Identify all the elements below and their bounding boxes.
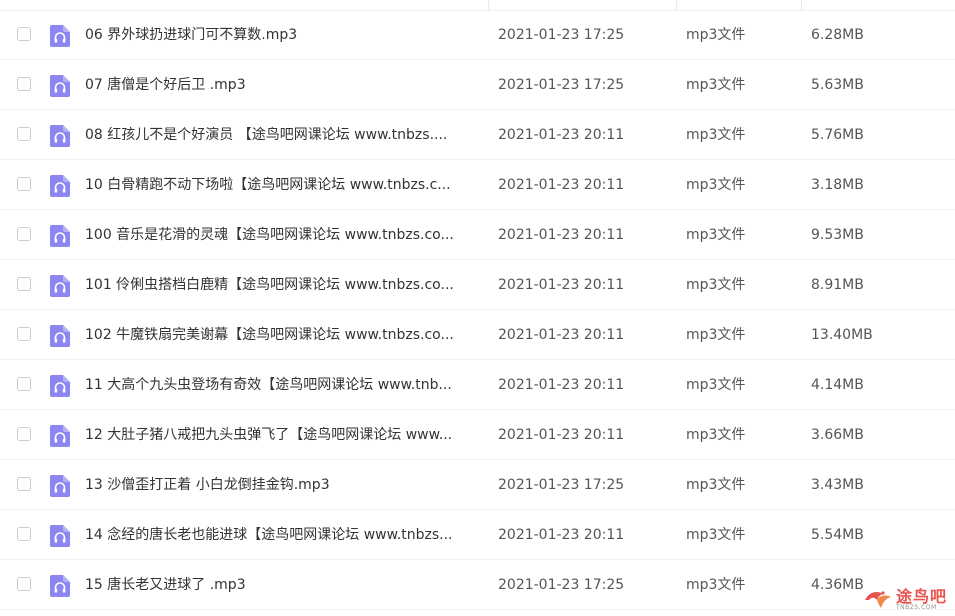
file-name[interactable]: 12 大肚子猪八戒把九头虫弹飞了【途鸟吧网课论坛 www... (85, 410, 480, 460)
file-modified-date: 2021-01-23 20:11 (498, 527, 625, 543)
bird-logo-icon (864, 591, 891, 608)
row-checkbox[interactable] (17, 327, 31, 341)
file-size: 3.66MB (811, 427, 864, 443)
file-type: mp3文件 (686, 27, 746, 43)
file-size: 3.18MB (811, 177, 864, 193)
file-modified-date: 2021-01-23 20:11 (498, 127, 625, 143)
file-name[interactable]: 13 沙僧歪打正着 小白龙倒挂金钩.mp3 (85, 460, 480, 510)
file-type: mp3文件 (686, 127, 746, 143)
file-name[interactable]: 11 大高个九头虫登场有奇效【途鸟吧网课论坛 www.tnb... (85, 360, 480, 410)
file-name[interactable]: 07 唐僧是个好后卫 .mp3 (85, 60, 480, 110)
audio-file-icon (50, 425, 70, 447)
file-name[interactable]: 100 音乐是花滑的灵魂【途鸟吧网课论坛 www.tnbzs.co... (85, 210, 480, 260)
file-name[interactable]: 10 白骨精跑不动下场啦【途鸟吧网课论坛 www.tnbzs.c... (85, 160, 480, 210)
file-row[interactable]: 101 伶俐虫搭档白鹿精【途鸟吧网课论坛 www.tnbzs.co... 202… (0, 260, 955, 310)
file-row[interactable]: 11 大高个九头虫登场有奇效【途鸟吧网课论坛 www.tnb... 2021-0… (0, 360, 955, 410)
audio-file-icon (50, 75, 70, 97)
audio-file-icon (50, 225, 70, 247)
file-list: 06 界外球扔进球门可不算数.mp3 2021-01-23 17:25 mp3文… (0, 10, 955, 610)
file-modified-date: 2021-01-23 20:11 (498, 277, 625, 293)
row-checkbox[interactable] (17, 477, 31, 491)
file-size: 5.76MB (811, 127, 864, 143)
file-row[interactable]: 14 念经的唐长老也能进球【途鸟吧网课论坛 www.tnbzs... 2021-… (0, 510, 955, 560)
row-checkbox[interactable] (17, 427, 31, 441)
column-separator (801, 0, 802, 10)
file-size: 3.43MB (811, 477, 864, 493)
file-modified-date: 2021-01-23 20:11 (498, 427, 625, 443)
file-row[interactable]: 10 白骨精跑不动下场啦【途鸟吧网课论坛 www.tnbzs.c... 2021… (0, 160, 955, 210)
row-checkbox[interactable] (17, 127, 31, 141)
file-type: mp3文件 (686, 427, 746, 443)
file-row[interactable]: 06 界外球扔进球门可不算数.mp3 2021-01-23 17:25 mp3文… (0, 10, 955, 60)
audio-file-icon (50, 25, 70, 47)
file-name[interactable]: 102 牛魔铁扇完美谢幕【途鸟吧网课论坛 www.tnbzs.co... (85, 310, 480, 360)
file-row[interactable]: 100 音乐是花滑的灵魂【途鸟吧网课论坛 www.tnbzs.co... 202… (0, 210, 955, 260)
column-separator (488, 0, 489, 10)
file-type: mp3文件 (686, 277, 746, 293)
file-type: mp3文件 (686, 577, 746, 593)
file-row[interactable]: 12 大肚子猪八戒把九头虫弹飞了【途鸟吧网课论坛 www... 2021-01-… (0, 410, 955, 460)
file-modified-date: 2021-01-23 17:25 (498, 77, 625, 93)
file-name[interactable]: 14 念经的唐长老也能进球【途鸟吧网课论坛 www.tnbzs... (85, 510, 480, 560)
row-checkbox[interactable] (17, 377, 31, 391)
file-size: 5.54MB (811, 527, 864, 543)
file-row[interactable]: 08 红孩儿不是个好演员 【途鸟吧网课论坛 www.tnbzs.... 2021… (0, 110, 955, 160)
file-modified-date: 2021-01-23 20:11 (498, 227, 625, 243)
file-type: mp3文件 (686, 527, 746, 543)
file-row[interactable]: 07 唐僧是个好后卫 .mp3 2021-01-23 17:25 mp3文件 5… (0, 60, 955, 110)
file-modified-date: 2021-01-23 20:11 (498, 327, 625, 343)
file-type: mp3文件 (686, 477, 746, 493)
file-type: mp3文件 (686, 227, 746, 243)
row-checkbox[interactable] (17, 227, 31, 241)
column-separator (676, 0, 677, 10)
file-type: mp3文件 (686, 77, 746, 93)
file-size: 13.40MB (811, 327, 873, 343)
file-modified-date: 2021-01-23 17:25 (498, 577, 625, 593)
file-modified-date: 2021-01-23 20:11 (498, 377, 625, 393)
audio-file-icon (50, 275, 70, 297)
file-name[interactable]: 08 红孩儿不是个好演员 【途鸟吧网课论坛 www.tnbzs.... (85, 110, 480, 160)
audio-file-icon (50, 475, 70, 497)
file-type: mp3文件 (686, 177, 746, 193)
file-modified-date: 2021-01-23 17:25 (498, 477, 625, 493)
audio-file-icon (50, 375, 70, 397)
audio-file-icon (50, 575, 70, 597)
audio-file-icon (50, 125, 70, 147)
file-size: 8.91MB (811, 277, 864, 293)
file-size: 4.14MB (811, 377, 864, 393)
row-checkbox[interactable] (17, 277, 31, 291)
file-size: 5.63MB (811, 77, 864, 93)
file-size: 6.28MB (811, 27, 864, 43)
row-checkbox[interactable] (17, 527, 31, 541)
file-modified-date: 2021-01-23 20:11 (498, 177, 625, 193)
audio-file-icon (50, 175, 70, 197)
file-name[interactable]: 101 伶俐虫搭档白鹿精【途鸟吧网课论坛 www.tnbzs.co... (85, 260, 480, 310)
row-checkbox[interactable] (17, 177, 31, 191)
row-checkbox[interactable] (17, 77, 31, 91)
file-size: 9.53MB (811, 227, 864, 243)
watermark-cn: 途鸟吧 (895, 587, 947, 606)
row-checkbox[interactable] (17, 577, 31, 591)
file-row[interactable]: 15 唐长老又进球了 .mp3 2021-01-23 17:25 mp3文件 4… (0, 560, 955, 610)
audio-file-icon (50, 525, 70, 547)
audio-file-icon (50, 325, 70, 347)
file-name[interactable]: 15 唐长老又进球了 .mp3 (85, 560, 480, 610)
file-name[interactable]: 06 界外球扔进球门可不算数.mp3 (85, 10, 480, 60)
file-size: 4.36MB (811, 577, 864, 593)
row-checkbox[interactable] (17, 27, 31, 41)
file-modified-date: 2021-01-23 17:25 (498, 27, 625, 43)
file-row[interactable]: 13 沙僧歪打正着 小白龙倒挂金钩.mp3 2021-01-23 17:25 m… (0, 460, 955, 510)
file-row[interactable]: 102 牛魔铁扇完美谢幕【途鸟吧网课论坛 www.tnbzs.co... 202… (0, 310, 955, 360)
file-type: mp3文件 (686, 327, 746, 343)
file-type: mp3文件 (686, 377, 746, 393)
site-watermark: 途鸟吧 TNBZS.COM (863, 588, 947, 612)
